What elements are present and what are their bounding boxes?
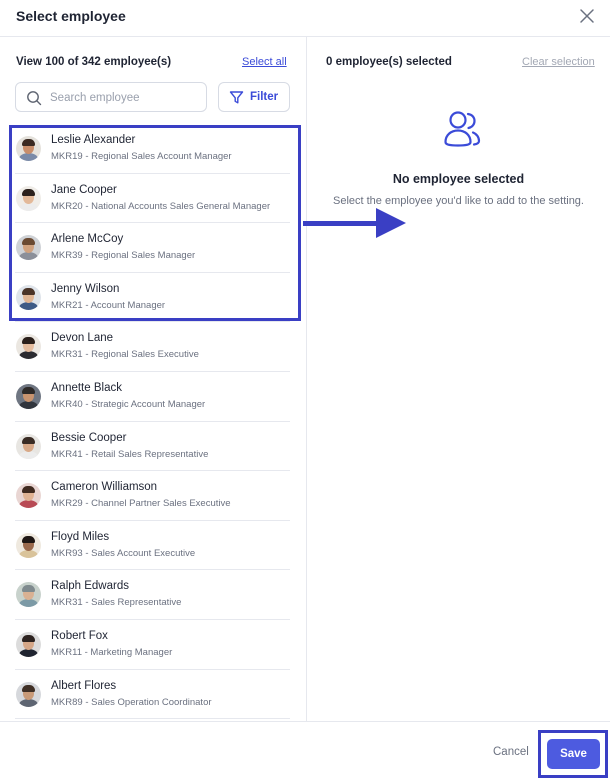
employee-row[interactable]: Albert Flores MKR89 - Sales Operation Coo… [15, 670, 290, 720]
avatar [16, 433, 41, 459]
employee-row[interactable]: Jane Cooper MKR20 - National Accounts Sal… [15, 174, 290, 224]
avatar [16, 185, 41, 211]
employee-code-role: MKR39 - Regional Sales Manager [51, 250, 196, 262]
employee-row[interactable]: Devon Lane MKR31 - Regional Sales Executi… [15, 322, 290, 372]
avatar [16, 284, 41, 310]
clear-selection-link[interactable]: Clear selection [522, 56, 595, 68]
avatar [16, 136, 41, 161]
avatar [16, 681, 41, 707]
employee-name: Bessie Cooper [51, 431, 127, 444]
employee-name: Robert Fox [51, 629, 108, 642]
employee-code-role: MKR19 - Regional Sales Account Manager [51, 151, 232, 162]
select-employee-modal: Select employee View 100 of 342 employee… [0, 0, 610, 780]
employee-name: Cameron Williamson [51, 481, 158, 494]
employee-code-role: MKR20 - National Accounts Sales General … [51, 200, 271, 212]
employee-code-role: MKR89 - Sales Operation Coordinator [51, 696, 212, 708]
selected-count-label: 0 employee(s) selected [326, 56, 452, 68]
cancel-button[interactable]: Cancel [493, 746, 529, 758]
selected-pane: 0 employee(s) selected Clear selection N… [307, 37, 610, 721]
close-icon [580, 9, 594, 23]
filter-icon [229, 90, 244, 105]
empty-state-title: No employee selected [392, 172, 525, 186]
employee-code-role: MKR11 - Marketing Manager [51, 646, 173, 658]
employee-code-role: MKR21 - Account Manager [51, 299, 166, 311]
employee-name: Leslie Alexander [51, 134, 136, 146]
employee-code-role: MKR41 - Retail Sales Representative [51, 448, 209, 460]
employee-name: Floyd Miles [51, 530, 110, 543]
employee-row[interactable]: Ralph Edwards MKR31 - Sales Representativ… [15, 570, 290, 620]
filter-label: Filter [250, 91, 279, 103]
avatar [16, 582, 41, 608]
employee-name: Annette Black [51, 381, 122, 394]
employee-code-role: MKR93 - Sales Account Executive [51, 547, 196, 559]
employee-row[interactable]: Jenny Wilson MKR21 - Account Manager [15, 273, 290, 323]
avatar [16, 483, 41, 509]
employee-list: Leslie Alexander MKR19 - Regional Sales A… [15, 124, 290, 721]
search-field[interactable] [15, 82, 207, 112]
employee-name: Jenny Wilson [51, 282, 120, 295]
employee-name: Albert Flores [51, 679, 117, 692]
avatar [16, 631, 41, 657]
users-icon [442, 109, 482, 149]
filter-button[interactable]: Filter [218, 82, 290, 112]
close-button[interactable] [578, 7, 596, 25]
avatar [16, 532, 41, 558]
employee-name: Arlene McCoy [51, 233, 124, 246]
employee-code-role: MKR40 - Strategic Account Manager [51, 398, 206, 410]
modal-header: Select employee [0, 0, 610, 37]
employee-row[interactable]: Robert Fox MKR11 - Marketing Manager [15, 620, 290, 670]
search-icon [26, 90, 42, 106]
employee-code-role: MKR31 - Sales Representative [51, 597, 182, 609]
avatar [16, 334, 41, 360]
employee-row[interactable]: Arlene McCoy MKR39 - Regional Sales Manag… [15, 223, 290, 273]
employee-row[interactable]: Annette Black MKR40 - Strategic Account M… [15, 372, 290, 422]
employee-code-role: MKR31 - Regional Sales Executive [51, 349, 199, 361]
employee-name: Ralph Edwards [51, 580, 129, 593]
employee-code-role: MKR29 - Channel Partner Sales Executive [51, 498, 231, 510]
employee-name: Devon Lane [51, 332, 114, 345]
modal-title: Select employee [16, 8, 126, 24]
employee-name: Jane Cooper [51, 183, 117, 196]
employee-row[interactable]: Floyd Miles MKR93 - Sales Account Executi… [15, 521, 290, 571]
select-all-link[interactable]: Select all [242, 56, 287, 68]
empty-state-description: Select the employee you'd like to add to… [333, 195, 584, 207]
view-count-label: View 100 of 342 employee(s) [16, 56, 172, 68]
save-button[interactable]: Save [547, 739, 600, 769]
avatar [16, 383, 41, 409]
employee-row[interactable]: Cameron Williamson MKR29 - Channel Partne… [15, 471, 290, 521]
search-input[interactable] [50, 88, 200, 108]
employee-row[interactable]: Leslie Alexander MKR19 - Regional Sales A… [15, 124, 290, 174]
employee-row[interactable]: Bessie Cooper MKR41 - Retail Sales Repres… [15, 422, 290, 472]
employee-list-pane: View 100 of 342 employee(s) Select all F… [0, 37, 307, 721]
modal-footer: Cancel Save [0, 721, 610, 780]
avatar [16, 235, 41, 261]
